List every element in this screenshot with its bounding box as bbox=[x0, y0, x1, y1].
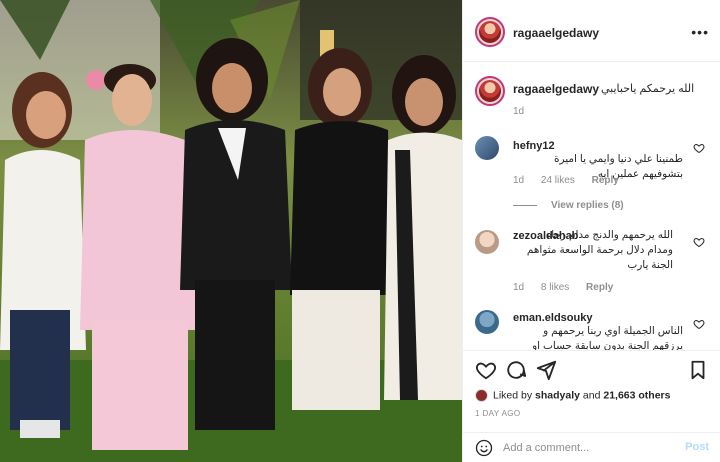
liked-by-and: and bbox=[582, 389, 601, 402]
author-avatar[interactable] bbox=[475, 17, 505, 47]
comment-username[interactable]: hefny12 bbox=[513, 140, 555, 152]
more-options-icon[interactable]: ••• bbox=[691, 24, 709, 40]
comment-text: الناس الجميلة اوي ربنا يرحمهم و يرزقهم ا… bbox=[532, 325, 683, 350]
emoji-icon[interactable] bbox=[475, 439, 493, 457]
comment-meta: 1d 8 likes Reply bbox=[513, 282, 627, 293]
comment-reply-button[interactable]: Reply bbox=[592, 175, 619, 186]
comment-avatar[interactable] bbox=[475, 310, 499, 334]
caption-username[interactable]: ragaaelgedawy bbox=[513, 82, 599, 96]
like-comment-heart-icon[interactable] bbox=[693, 236, 705, 248]
caption-time[interactable]: 1d bbox=[513, 106, 524, 117]
comment-reply-button[interactable]: Reply bbox=[586, 282, 613, 293]
comment-meta: 1d 24 likes Reply bbox=[513, 175, 633, 186]
comment-likes[interactable]: 24 likes bbox=[541, 175, 575, 186]
like-comment-heart-icon[interactable] bbox=[693, 142, 705, 154]
view-replies-label: View replies (8) bbox=[551, 200, 624, 211]
view-replies-button[interactable]: View replies (8) bbox=[513, 200, 624, 211]
comment-avatar[interactable] bbox=[475, 230, 499, 254]
comment-time[interactable]: 1d bbox=[513, 282, 524, 293]
post-actions: Liked by shadyaly and 21,663 others 1 DA… bbox=[463, 350, 720, 440]
caption-text: الله يرحمكم ياحبايبي bbox=[601, 83, 695, 95]
comment-username[interactable]: eman.eldsouky bbox=[513, 312, 592, 324]
comment-avatar[interactable] bbox=[475, 136, 499, 160]
liker-avatar bbox=[475, 389, 488, 402]
comments-list[interactable]: ragaaelgedawy الله يرحمكم ياحبايبي 1d he… bbox=[463, 62, 720, 350]
like-comment-heart-icon[interactable] bbox=[693, 318, 705, 330]
bookmark-save-icon[interactable] bbox=[687, 359, 709, 381]
caption: ragaaelgedawy الله يرحمكم ياحبايبي 1d bbox=[463, 62, 720, 124]
post-comment-button[interactable]: Post bbox=[685, 441, 709, 453]
group-photo-illustration bbox=[0, 0, 462, 462]
post-photo[interactable] bbox=[0, 0, 462, 462]
comment-bubble-icon[interactable] bbox=[505, 359, 527, 381]
view-replies-line bbox=[513, 204, 537, 206]
add-comment-input[interactable] bbox=[503, 440, 673, 456]
like-heart-icon[interactable] bbox=[475, 359, 497, 381]
post-time-ago[interactable]: 1 DAY AGO bbox=[475, 409, 521, 418]
author-username[interactable]: ragaaelgedawy bbox=[513, 26, 599, 40]
liked-by-others[interactable]: 21,663 others bbox=[603, 389, 670, 401]
liked-by-prefix: Liked by bbox=[493, 389, 533, 402]
liked-by-user[interactable]: shadyaly bbox=[535, 389, 580, 401]
liked-by-row[interactable]: Liked by shadyaly and 21,663 others bbox=[475, 389, 670, 402]
add-comment-row: Post bbox=[463, 432, 720, 462]
post-side-panel: ragaaelgedawy ••• ragaaelgedawy الله يرح… bbox=[462, 0, 720, 462]
share-send-icon[interactable] bbox=[535, 359, 557, 381]
comment-text: الله يرحمهم والدنج مدام رحاء ومدام دلال … bbox=[526, 229, 673, 271]
caption-avatar[interactable] bbox=[475, 76, 505, 106]
comment-likes[interactable]: 8 likes bbox=[541, 282, 569, 293]
post-header: ragaaelgedawy ••• bbox=[463, 0, 720, 62]
comment-time[interactable]: 1d bbox=[513, 175, 524, 186]
